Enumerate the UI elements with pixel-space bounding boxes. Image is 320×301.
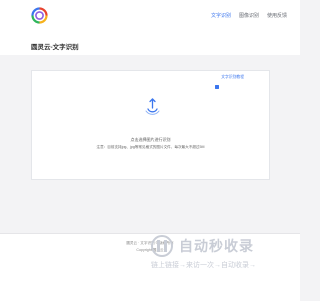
subheader: 圆灵云-文字识别 [0, 35, 300, 55]
tutorial-link[interactable]: 文字识别教程 [215, 75, 244, 89]
tutorial-icon [215, 76, 220, 89]
nav-item-text-recognition[interactable]: 文字识别 [211, 12, 231, 23]
watermark-subtitle: 链上链接→来访一次→自动收录→ [151, 262, 256, 269]
tutorial-label: 文字识别教程 [221, 75, 244, 79]
upload-hint: 注意：目前支持jpg、jpg等常见格式的图片文件，每次最大不超过5M [96, 145, 205, 149]
upload-dropzone[interactable] [32, 71, 269, 179]
upload-card: 文字识别教程 点击选择图片进行识别 注意：目前支持jpg、jpg等常见格式的图片… [31, 70, 270, 180]
upload-image-icon [144, 96, 161, 118]
logo-icon[interactable] [31, 7, 48, 24]
watermark: 自动秒收录 链上链接→来访一次→自动收录→ [147, 234, 297, 274]
nav-item-image-recognition[interactable]: 图像识别 [239, 12, 259, 23]
upload-title: 点击选择图片进行识别 [130, 137, 171, 142]
watermark-logo-icon [151, 235, 173, 257]
page-title: 圆灵云-文字识别 [31, 44, 79, 51]
top-header: 文字识别 图像识别 使用反馈 [0, 0, 300, 36]
nav-item-feedback[interactable]: 使用反馈 [267, 12, 287, 23]
watermark-title: 自动秒收录 [179, 238, 254, 254]
main-nav: 文字识别 图像识别 使用反馈 [211, 12, 287, 23]
